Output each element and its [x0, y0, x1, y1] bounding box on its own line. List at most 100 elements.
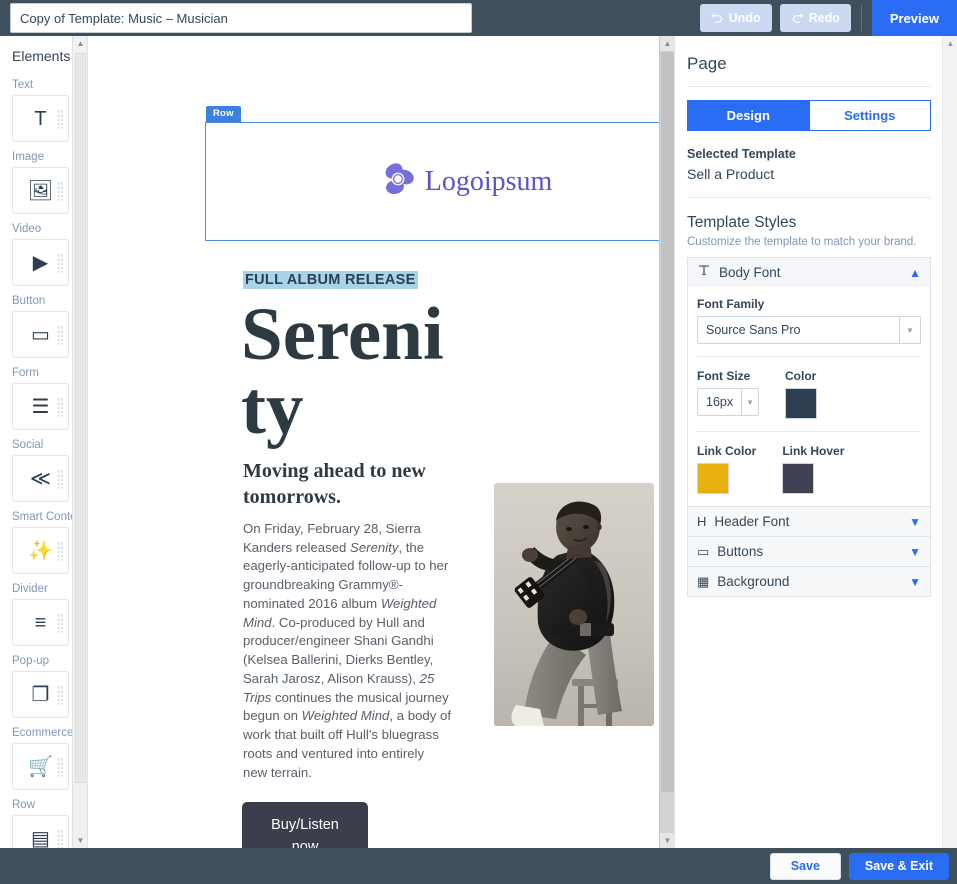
subheadline-text[interactable]: Moving ahead to new tomorrows. [243, 459, 448, 510]
element-card-row[interactable]: ▤ [12, 815, 69, 848]
save-button[interactable]: Save [769, 852, 841, 880]
scroll-up-icon[interactable]: ▲ [73, 36, 87, 51]
cta-button[interactable]: Buy/Listen now [242, 802, 368, 848]
logo-row-module[interactable]: Logoipsum [205, 122, 674, 241]
drag-handle-icon[interactable] [57, 685, 64, 704]
drag-handle-icon[interactable] [57, 109, 64, 128]
drag-handle-icon[interactable] [57, 613, 64, 632]
drag-handle-icon[interactable] [57, 253, 64, 272]
chevron-down-icon[interactable]: ▼ [909, 575, 921, 589]
link-color-swatch[interactable] [697, 463, 729, 494]
element-card-button[interactable]: ▭ [12, 311, 69, 358]
element-card-divider[interactable]: ≡ [12, 599, 69, 646]
drag-handle-icon[interactable] [57, 469, 64, 488]
link-hover-swatch[interactable] [782, 463, 815, 494]
logo-lockup: Logoipsum [380, 159, 553, 204]
template-styles-subtext: Customize the template to match your bra… [687, 236, 917, 248]
chevron-down-icon[interactable]: ▼ [899, 317, 920, 343]
chevron-down-icon[interactable]: ▼ [909, 515, 921, 529]
chevron-down-icon[interactable]: ▼ [909, 545, 921, 559]
body-paragraph[interactable]: On Friday, February 28, Sierra Kanders r… [243, 520, 451, 782]
undo-icon [711, 12, 724, 25]
element-card-video[interactable]: ▶ [12, 239, 69, 286]
undo-button[interactable]: Undo [699, 4, 772, 32]
font-family-select[interactable]: Source Sans Pro ▼ [697, 316, 921, 344]
drag-handle-icon[interactable] [57, 829, 64, 848]
scroll-down-icon[interactable]: ▼ [73, 833, 87, 848]
element-card-form[interactable]: ☰ [12, 383, 69, 430]
image-icon: 🖼 [27, 179, 54, 202]
panel-scroll-up-icon[interactable]: ▲ [943, 36, 957, 51]
body-font-header[interactable]: Body Font ▲ [688, 258, 930, 287]
element-card-text[interactable]: T [12, 95, 69, 142]
share-icon: ≪ [30, 467, 51, 490]
form-icon: ☰ [31, 395, 50, 418]
background-header[interactable]: ▦ Background ▼ [688, 567, 930, 596]
buttons-header[interactable]: ▭ Buttons ▼ [688, 537, 930, 566]
buttons-label: Buttons [717, 544, 764, 559]
musician-photo[interactable] [494, 483, 654, 726]
drag-handle-icon[interactable] [57, 397, 64, 416]
drag-handle-icon[interactable] [57, 181, 64, 200]
chevron-up-icon[interactable]: ▲ [909, 266, 921, 280]
divider-icon: ≡ [34, 611, 47, 634]
preview-button[interactable]: Preview [871, 0, 957, 36]
color-group: Color [785, 369, 817, 419]
body-font-label: Body Font [719, 265, 781, 280]
text-color-swatch[interactable] [785, 388, 817, 419]
selected-template-value: Sell a Product [687, 166, 775, 182]
sidebar-scrollbar[interactable]: ▲ ▼ [72, 36, 87, 848]
element-card-image[interactable]: 🖼 [12, 167, 69, 214]
smart-content-icon: ✨ [28, 539, 53, 562]
background-icon: ▦ [697, 573, 710, 589]
popup-icon: ❐ [31, 683, 50, 706]
element-card-ecommerce[interactable]: 🛒 [12, 743, 69, 790]
canvas-page: Row Logoipsum FULL ALBUM RELEASE Serenit… [88, 36, 674, 848]
tab-design[interactable]: Design [687, 100, 810, 131]
row-badge[interactable]: Row [206, 106, 241, 122]
headline-text[interactable]: Serenity [241, 297, 451, 446]
sidebar-scroll-thumb[interactable] [75, 53, 86, 783]
canvas-scroll-thumb[interactable] [661, 52, 674, 792]
text-icon: T [34, 107, 47, 130]
tab-settings[interactable]: Settings [809, 100, 931, 131]
body-font-body: Font Family Source Sans Pro ▼ Font Size … [688, 287, 930, 506]
panel-title: Page [687, 54, 727, 73]
field-divider-1 [697, 356, 921, 357]
panel-divider-2 [687, 197, 931, 198]
drag-handle-icon[interactable] [57, 541, 64, 560]
link-color-group: Link Color [697, 444, 756, 494]
page-settings-panel: Page Design Settings Selected Template S… [674, 36, 957, 848]
eyebrow-text[interactable]: FULL ALBUM RELEASE [243, 271, 418, 289]
panel-content: Page Design Settings Selected Template S… [675, 36, 943, 597]
bottom-toolbar: Save Save & Exit [0, 848, 957, 884]
font-size-select[interactable]: 16px ▼ [697, 388, 759, 416]
link-color-label: Link Color [697, 444, 757, 458]
undo-label: Undo [728, 11, 761, 25]
save-and-exit-button[interactable]: Save & Exit [848, 852, 949, 880]
element-card-smart-content[interactable]: ✨ [12, 527, 69, 574]
header-font-header[interactable]: H Header Font ▼ [688, 507, 930, 536]
drag-handle-icon[interactable] [57, 325, 64, 344]
header-font-icon: H [697, 514, 707, 529]
element-card-social[interactable]: ≪ [12, 455, 69, 502]
app-root: Undo Redo Preview Elements TextTImage🖼Vi… [0, 0, 957, 884]
panel-scrollbar[interactable]: ▲ [942, 36, 957, 848]
header-font-label: Header Font [714, 514, 790, 529]
toolbar-divider [860, 5, 862, 31]
template-title-input[interactable] [10, 3, 472, 33]
email-canvas: Row Logoipsum FULL ALBUM RELEASE Serenit… [88, 36, 674, 848]
element-card-pop-up[interactable]: ❐ [12, 671, 69, 718]
chevron-down-icon[interactable]: ▼ [741, 389, 758, 415]
redo-button[interactable]: Redo [779, 4, 851, 32]
canvas-scrollbar[interactable]: ▲ ▼ [659, 36, 674, 848]
background-label: Background [717, 574, 790, 589]
canvas-scroll-up-icon[interactable]: ▲ [660, 36, 674, 51]
field-divider-2 [697, 431, 921, 432]
drag-handle-icon[interactable] [57, 757, 64, 776]
canvas-scroll-down-icon[interactable]: ▼ [660, 833, 674, 848]
logo-wordmark: Logoipsum [424, 165, 553, 197]
top-toolbar-actions: Undo Redo Preview [699, 0, 957, 36]
template-styles-heading: Template Styles [687, 214, 797, 231]
body-font-section: Body Font ▲ Font Family Source Sans Pro … [687, 257, 931, 507]
